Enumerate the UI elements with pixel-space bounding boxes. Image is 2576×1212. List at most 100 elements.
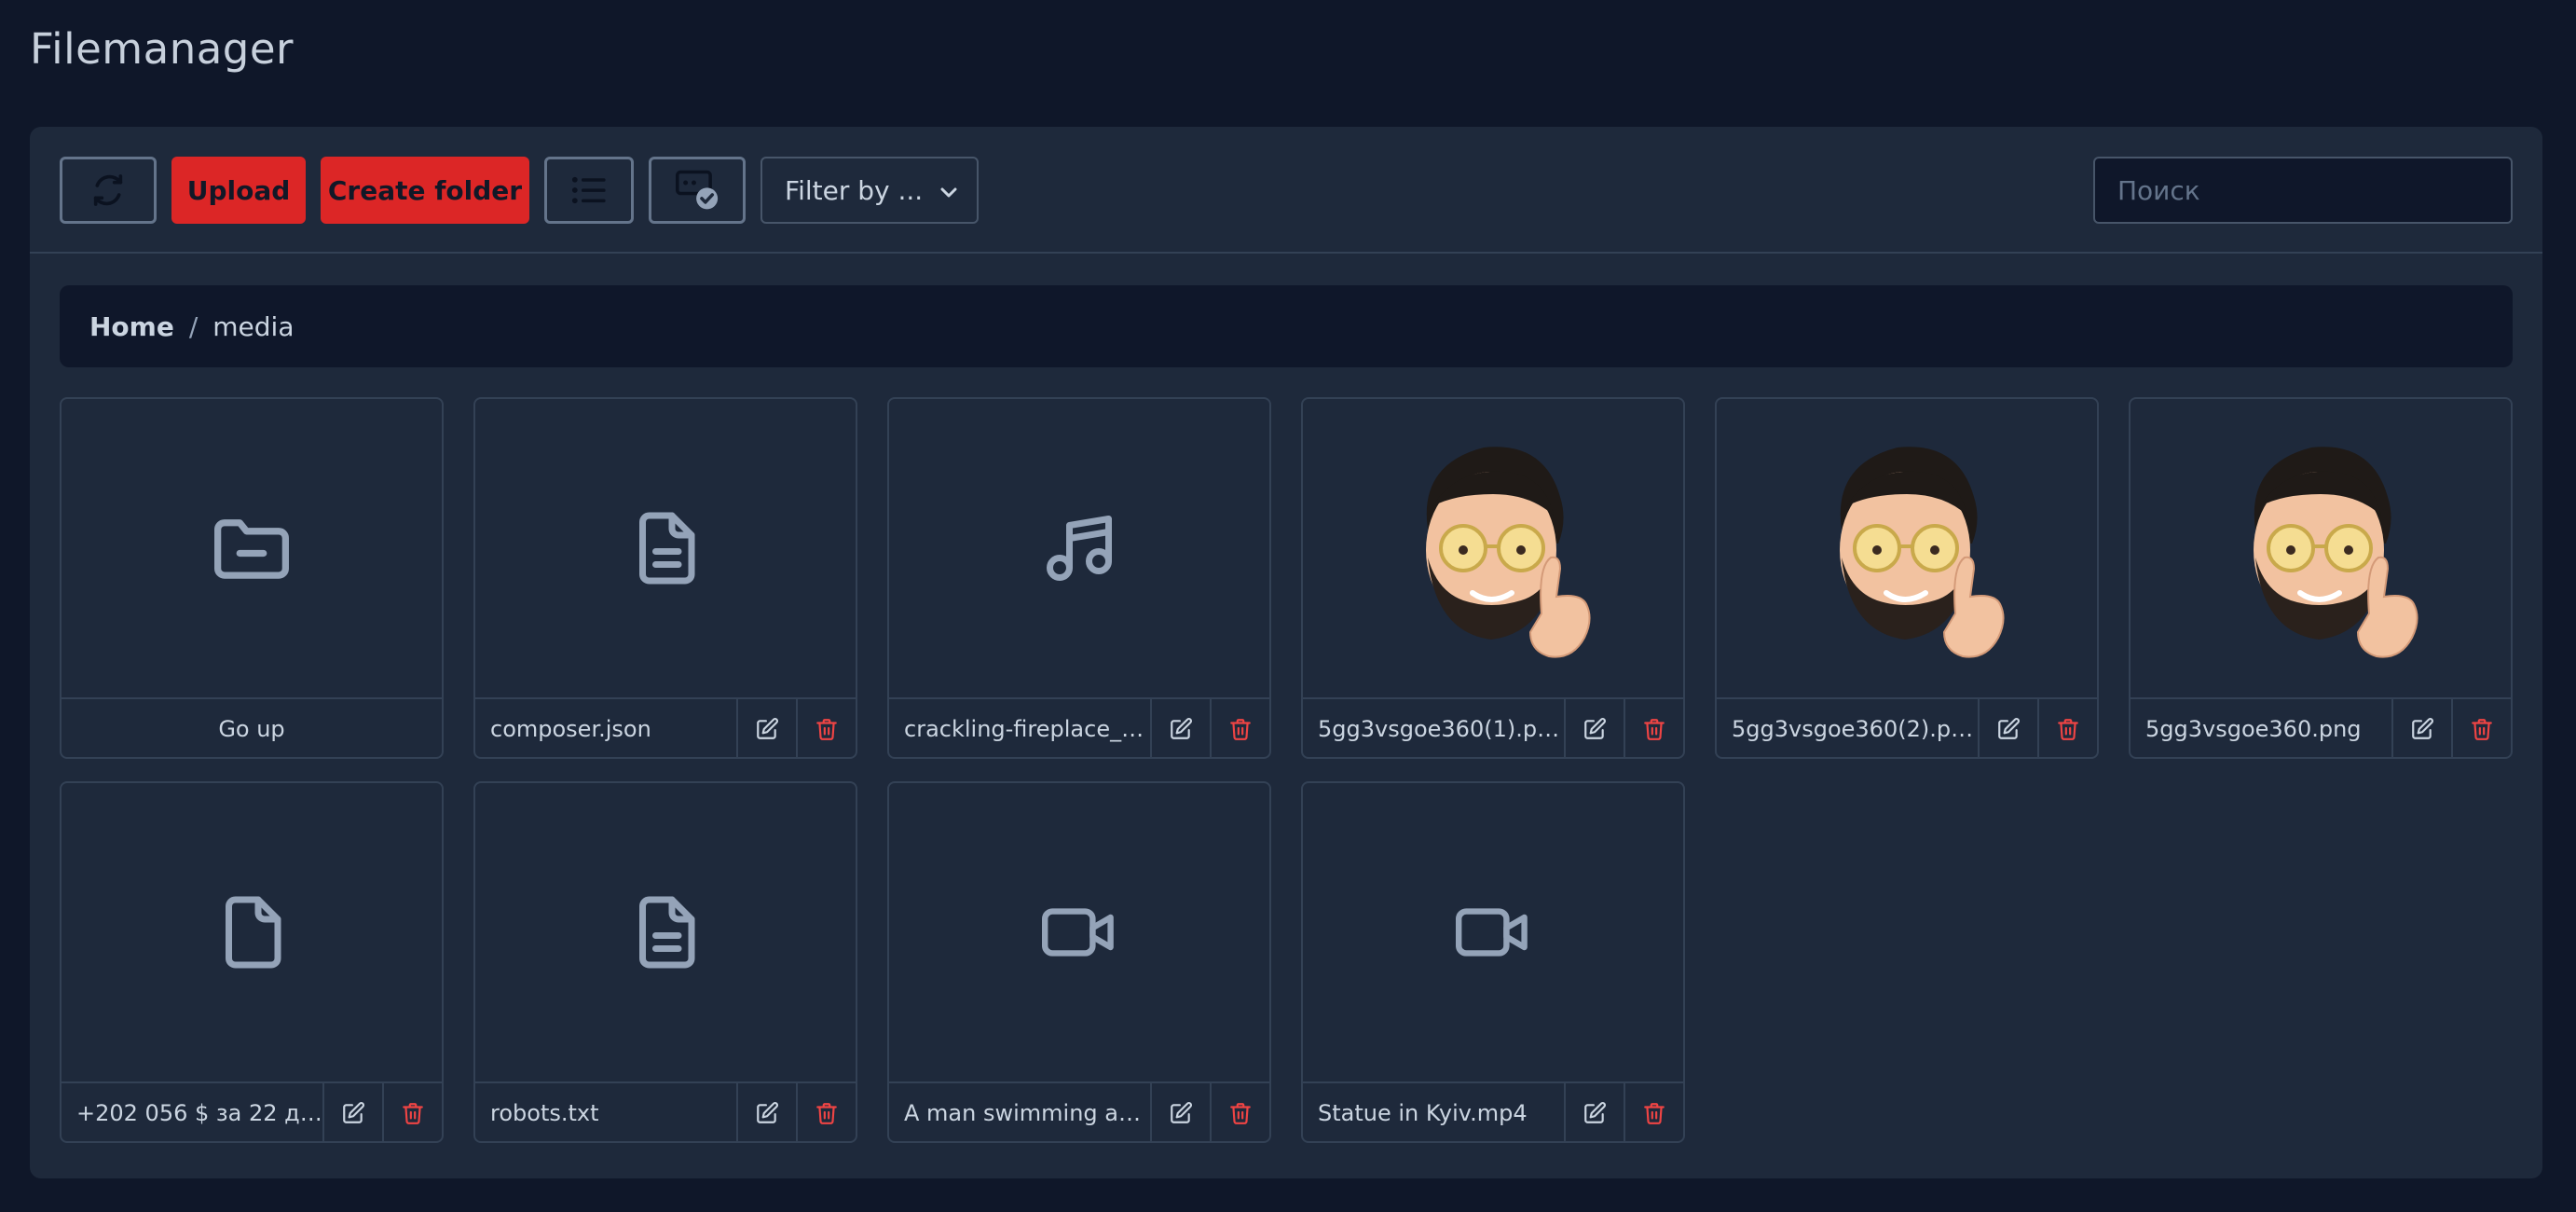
page-title: Filemanager [30, 24, 295, 74]
file-card[interactable]: +202 056 $ за 22 дн... [60, 781, 444, 1143]
toolbar: Upload Create folder Filter by ... [30, 127, 2542, 254]
delete-button[interactable] [796, 699, 856, 757]
edit-icon [757, 1102, 778, 1123]
rename-button[interactable] [1150, 699, 1210, 757]
trash-icon [1644, 1103, 1665, 1124]
trash-icon [816, 719, 837, 740]
file-thumbnail [475, 783, 856, 1083]
folder-minus-icon [214, 519, 289, 579]
breadcrumb-separator: / [188, 310, 199, 342]
file-card[interactable]: 5gg3vsgoe360(1).png [1301, 397, 1685, 759]
delete-button[interactable] [382, 1083, 442, 1141]
file-thumbnail [62, 783, 442, 1083]
file-name: Statue in Kyiv.mp4 [1318, 1100, 1528, 1126]
delete-button[interactable] [1624, 699, 1683, 757]
file-thumbnail [889, 783, 1269, 1083]
delete-button[interactable] [1624, 1083, 1683, 1141]
file-footer: 5gg3vsgoe360.png [2131, 699, 2511, 757]
blank-file-icon [226, 896, 281, 969]
select-mode-button[interactable] [649, 157, 746, 224]
rename-button[interactable] [1564, 1083, 1624, 1141]
delete-button[interactable] [2451, 699, 2511, 757]
file-card[interactable]: 5gg3vsgoe360.png [2129, 397, 2513, 759]
file-footer: 5gg3vsgoe360(1).png [1303, 699, 1683, 757]
edit-icon [757, 718, 778, 739]
delete-button[interactable] [1210, 1083, 1269, 1141]
file-card[interactable]: robots.txt [473, 781, 857, 1143]
file-grid: Go up composer.json crackling-fireplace_… [60, 397, 2513, 1143]
breadcrumb: Home / media [60, 285, 2513, 367]
delete-button[interactable] [2037, 699, 2097, 757]
file-name: +202 056 $ за 22 дн... [76, 1100, 322, 1126]
refresh-icon [93, 174, 123, 206]
file-thumbnail [1303, 399, 1683, 699]
breadcrumb-current: media [212, 310, 295, 342]
file-card[interactable]: A man swimming an... [887, 781, 1271, 1143]
memoji-image [2254, 447, 2418, 658]
list-view-button[interactable] [544, 157, 634, 224]
trash-icon [1644, 719, 1665, 740]
delete-button[interactable] [796, 1083, 856, 1141]
list-view-icon [571, 176, 606, 204]
video-camera-icon [1042, 908, 1114, 957]
trash-icon [1230, 719, 1251, 740]
file-card[interactable]: crackling-fireplace_d... [887, 397, 1271, 759]
file-footer: +202 056 $ за 22 дн... [62, 1083, 442, 1141]
file-card[interactable]: Statue in Kyiv.mp4 [1301, 781, 1685, 1143]
file-card[interactable]: 5gg3vsgoe360(2).png [1715, 397, 2099, 759]
document-icon [639, 512, 695, 585]
edit-icon [1998, 718, 2020, 739]
edit-icon [2412, 718, 2433, 739]
file-footer: A man swimming an... [889, 1083, 1269, 1141]
edit-icon [1171, 718, 1192, 739]
file-thumbnail [889, 399, 1269, 699]
file-name: crackling-fireplace_d... [904, 716, 1150, 742]
file-name: 5gg3vsgoe360(1).png [1318, 716, 1564, 742]
trash-icon [2058, 719, 2078, 740]
rename-button[interactable] [2391, 699, 2451, 757]
file-thumbnail [2131, 399, 2511, 699]
upload-button[interactable]: Upload [171, 157, 306, 224]
file-card-go-up[interactable]: Go up [60, 397, 444, 759]
file-name: robots.txt [490, 1100, 599, 1126]
file-footer: robots.txt [475, 1083, 856, 1141]
file-name: A man swimming an... [904, 1100, 1150, 1126]
rename-button[interactable] [1978, 699, 2037, 757]
create-folder-button[interactable]: Create folder [321, 157, 529, 224]
refresh-button[interactable] [60, 157, 157, 224]
search-input[interactable] [2093, 157, 2513, 224]
select-mode-icon [676, 170, 719, 210]
rename-button[interactable] [322, 1083, 382, 1141]
rename-button[interactable] [736, 699, 796, 757]
trash-icon [1230, 1103, 1251, 1124]
trash-icon [816, 1103, 837, 1124]
rename-button[interactable] [736, 1083, 796, 1141]
file-manager-panel: Upload Create folder Filter by ... Поиск… [30, 127, 2542, 1178]
file-thumbnail [1303, 783, 1683, 1083]
file-name: 5gg3vsgoe360.png [2145, 716, 2362, 742]
file-name: Go up [218, 716, 285, 742]
file-card[interactable]: composer.json [473, 397, 857, 759]
file-footer: Go up [62, 699, 442, 757]
filter-label: Filter by ... [785, 174, 924, 206]
filter-dropdown[interactable]: Filter by ... [760, 157, 979, 224]
file-name: 5gg3vsgoe360(2).png [1732, 716, 1978, 742]
file-thumbnail [1717, 399, 2097, 699]
trash-icon [2472, 719, 2492, 740]
file-footer: Statue in Kyiv.mp4 [1303, 1083, 1683, 1141]
memoji-image [1840, 447, 2005, 658]
edit-icon [343, 1102, 364, 1123]
breadcrumb-home[interactable]: Home [89, 311, 174, 342]
file-footer: composer.json [475, 699, 856, 757]
edit-icon [1584, 1102, 1606, 1123]
file-thumbnail [475, 399, 856, 699]
rename-button[interactable] [1150, 1083, 1210, 1141]
video-camera-icon [1456, 908, 1528, 957]
memoji-image [1426, 447, 1591, 658]
trash-icon [403, 1103, 423, 1124]
music-note-icon [1047, 516, 1112, 581]
rename-button[interactable] [1564, 699, 1624, 757]
delete-button[interactable] [1210, 699, 1269, 757]
file-footer: 5gg3vsgoe360(2).png [1717, 699, 2097, 757]
file-thumbnail [62, 399, 442, 699]
